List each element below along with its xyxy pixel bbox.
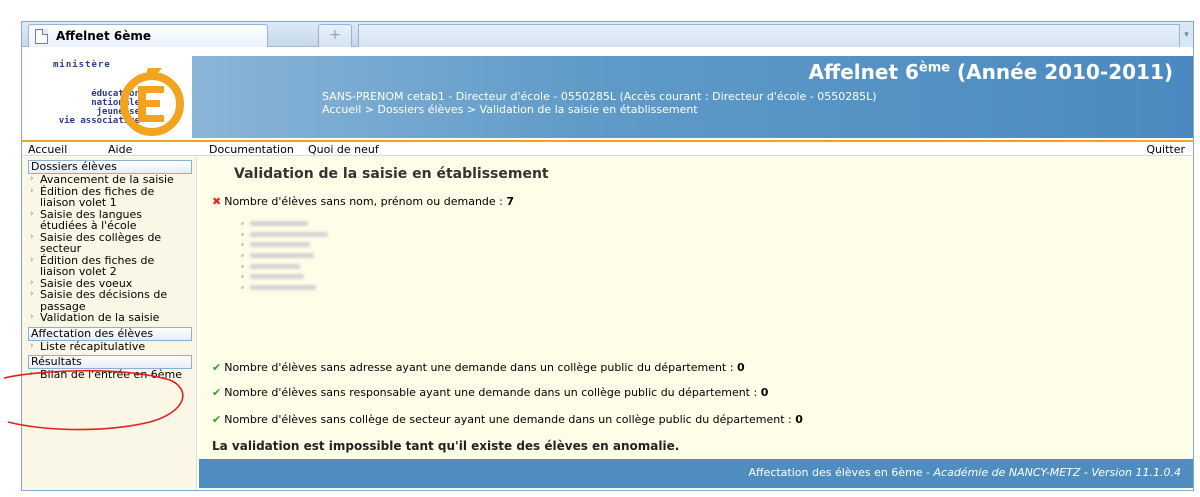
- menu-documentation[interactable]: Documentation: [209, 143, 294, 156]
- menu-quoi-de-neuf[interactable]: Quoi de neuf: [308, 143, 379, 156]
- main-content: Validation de la saisie en établissement…: [199, 157, 1193, 490]
- footer-text: Affectation des élèves en 6ème -: [748, 466, 934, 479]
- footer-academy: Académie de NANCY-METZ - Version 11.1.0.…: [933, 466, 1181, 479]
- app-title: Affelnet 6ème (Année 2010-2011): [808, 60, 1173, 84]
- chevron-right-icon: ›: [30, 340, 34, 351]
- sidebar-item-validation[interactable]: › Validation de la saisie: [30, 312, 190, 324]
- list-item: [241, 262, 328, 271]
- sidebar-section-resultats[interactable]: Résultats: [28, 355, 192, 369]
- page-title: Validation de la saisie en établissement: [234, 166, 549, 182]
- sidebar-item-fiches-volet1[interactable]: › Édition des fiches de liaison volet 1: [30, 185, 190, 209]
- count-value: 0: [795, 413, 803, 426]
- list-item: [241, 251, 328, 260]
- check-row-sans-nom: ✖ Nombre d'élèves sans nom, prénom ou dem…: [212, 195, 515, 208]
- sidebar-item-fiches-volet2[interactable]: › Édition des fiches de liaison volet 2: [30, 254, 190, 278]
- menu-aide[interactable]: Aide: [108, 143, 132, 156]
- chevron-right-icon: ›: [30, 208, 34, 219]
- list-item: [241, 283, 328, 292]
- ministry-logo: ministère éducation nationale jeunesse v…: [28, 58, 188, 138]
- tab-affelnet[interactable]: Affelnet 6ème: [28, 24, 268, 47]
- check-row-sans-adresse: ✔ Nombre d'élèves sans adresse ayant une …: [212, 361, 745, 374]
- new-tab-button[interactable]: +: [318, 24, 352, 47]
- sidebar-section-dossiers[interactable]: Dossiers élèves: [28, 160, 192, 174]
- chevron-right-icon: ›: [30, 174, 34, 184]
- count-value: 7: [506, 195, 515, 208]
- page-header: ministère éducation nationale jeunesse v…: [22, 48, 1193, 140]
- count-value: 0: [760, 386, 769, 399]
- chevron-right-icon: ›: [30, 231, 34, 242]
- logo-ministry-text: ministère: [53, 60, 111, 70]
- list-item: [241, 240, 328, 249]
- chevron-right-icon: ›: [30, 289, 34, 299]
- chevron-right-icon: ›: [30, 312, 34, 322]
- header-banner: Affelnet 6ème (Année 2010-2011) SANS-PRE…: [192, 56, 1193, 138]
- count-value: 0: [736, 361, 745, 374]
- menu-accueil[interactable]: Accueil: [28, 143, 67, 156]
- cross-icon: ✖: [212, 195, 222, 208]
- user-info: SANS-PRENOM cetab1 - Directeur d'école -…: [322, 90, 877, 103]
- sidebar-section-affectation[interactable]: Affectation des élèves: [28, 326, 192, 341]
- menu-bar: Accueil Aide Documentation Quoi de neuf …: [22, 140, 1193, 156]
- plus-icon: +: [329, 27, 341, 43]
- list-item: [241, 272, 328, 281]
- chevron-right-icon: ›: [30, 254, 34, 265]
- error-message: La validation est impossible tant qu'il …: [212, 439, 680, 453]
- chevron-right-icon: ›: [30, 369, 34, 379]
- sidebar-item-decisions[interactable]: › Saisie des décisions de passage: [30, 289, 190, 312]
- sidebar-item-liste[interactable]: › Liste récapitulative: [30, 340, 190, 353]
- browser-window: Affelnet 6ème + ▾ ministère éducation na…: [21, 21, 1194, 491]
- check-icon: ✔: [212, 386, 222, 399]
- tab-label: Affelnet 6ème: [56, 29, 151, 43]
- check-row-sans-college: ✔ Nombre d'élèves sans collège de secteur…: [212, 413, 803, 426]
- chevron-right-icon: ›: [30, 277, 34, 288]
- tab-scroll-button[interactable]: ▾: [1179, 24, 1193, 47]
- page-icon: [35, 28, 48, 44]
- sidebar-item-colleges-secteur[interactable]: › Saisie des collèges de secteur: [30, 231, 190, 255]
- tab-strip-empty: [358, 24, 1193, 47]
- list-item: [241, 219, 328, 228]
- check-row-sans-responsable: ✔ Nombre d'élèves sans responsable ayant …: [212, 386, 769, 399]
- logo-e-icon: [120, 68, 184, 136]
- sidebar-item-bilan[interactable]: › Bilan de l'entrée en 6ème: [30, 369, 190, 381]
- student-list-redacted: [241, 219, 328, 294]
- check-icon: ✔: [212, 361, 222, 374]
- breadcrumb: Accueil > Dossiers élèves > Validation d…: [322, 103, 698, 116]
- chevron-down-icon: ▾: [1184, 30, 1189, 40]
- sidebar: Dossiers élèves › Avancement de la saisie…: [22, 157, 197, 490]
- chevron-right-icon: ›: [30, 185, 34, 196]
- footer: Affectation des élèves en 6ème - Académi…: [199, 459, 1193, 488]
- list-item: [241, 230, 328, 239]
- menu-quitter[interactable]: Quitter: [1146, 143, 1185, 156]
- check-icon: ✔: [212, 413, 222, 426]
- sidebar-item-langues[interactable]: › Saisie des langues étudiées à l'école: [30, 208, 190, 232]
- tab-bar: Affelnet 6ème + ▾: [22, 22, 1193, 47]
